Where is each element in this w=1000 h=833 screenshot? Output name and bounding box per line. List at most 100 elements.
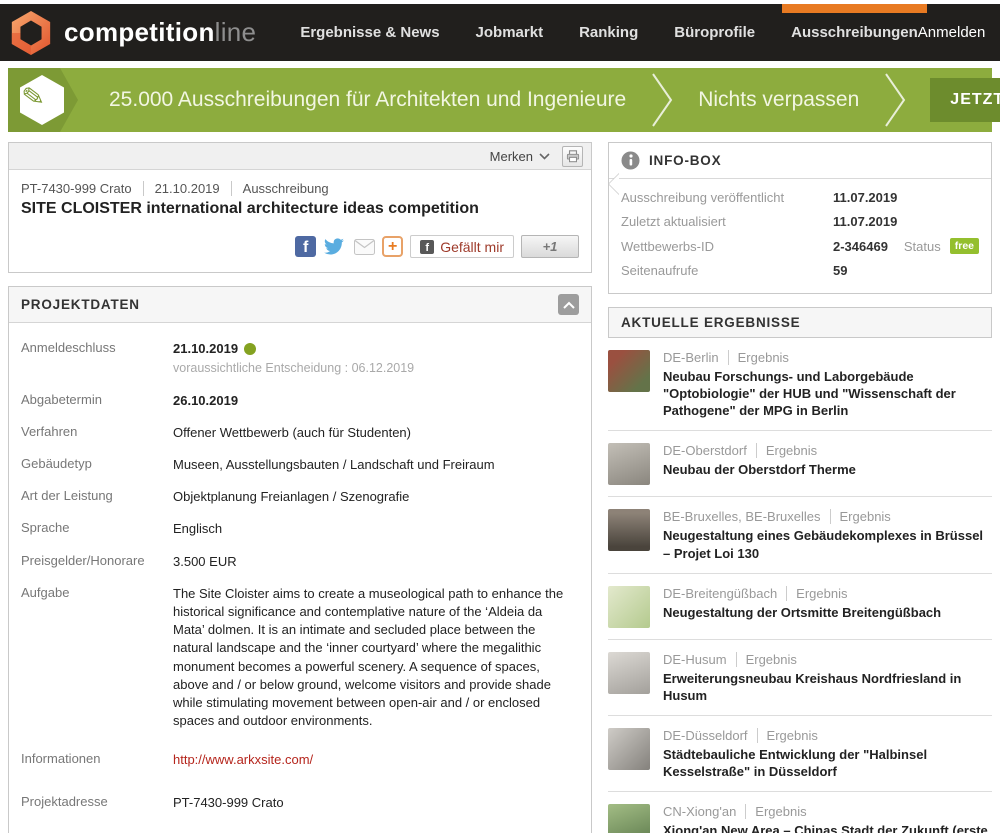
facebook-like-button[interactable]: f Gefällt mir xyxy=(410,235,514,258)
brand-name: competitionline xyxy=(64,17,256,48)
result-thumbnail xyxy=(608,350,650,392)
competitionline-logo[interactable]: competitionline xyxy=(8,10,256,56)
google-plusone-button[interactable]: +1 xyxy=(521,235,579,258)
field-anmeldeschluss: Anmeldeschluss 21.10.2019 voraussichtlic… xyxy=(21,340,579,378)
nav-item-ausschreibungen[interactable]: Ausschreibungen xyxy=(791,4,918,61)
jetzt-testen-button[interactable]: JETZT TESTEN❯ xyxy=(930,78,1000,122)
twitter-share-icon[interactable] xyxy=(323,237,347,257)
field-informationen: Informationen http://www.arkxsite.com/ xyxy=(21,751,579,769)
field-sprache: Sprache Englisch xyxy=(21,520,579,538)
result-location: DE-Breitengüßbach xyxy=(663,586,777,601)
result-title[interactable]: Neugestaltung der Ortsmitte Breitengüßba… xyxy=(663,604,941,621)
share-more-icon[interactable]: + xyxy=(382,236,403,257)
result-tag: Ergebnis xyxy=(786,586,847,601)
chevron-up-icon xyxy=(563,301,575,309)
collapse-button[interactable] xyxy=(558,294,579,315)
chevron-down-icon xyxy=(539,153,550,160)
breadcrumb-date: 21.10.2019 xyxy=(143,181,231,196)
nav-item-jobmarkt[interactable]: Jobmarkt xyxy=(476,4,544,61)
result-tag: Ergebnis xyxy=(830,509,891,524)
social-share-row: f + f Gefällt mir +1 xyxy=(21,235,579,258)
tender-header-card: Merken PT-7430-999 Crato 21.10.2019 Auss… xyxy=(8,142,592,273)
email-share-icon[interactable] xyxy=(354,239,375,255)
result-list-item[interactable]: BE-Bruxelles, BE-Bruxelles Ergebnis Neuge… xyxy=(608,497,992,573)
result-location: DE-Oberstdorf xyxy=(663,443,747,458)
facebook-share-icon[interactable]: f xyxy=(295,236,316,257)
promo-banner[interactable]: ✎ 25.000 Ausschreibungen für Architekten… xyxy=(8,68,992,132)
print-button[interactable] xyxy=(562,146,583,167)
result-title[interactable]: Städtebauliche Entwicklung der "Halbinse… xyxy=(663,746,992,780)
printer-icon xyxy=(566,150,580,163)
banner-text-main: 25.000 Ausschreibungen für Architekten u… xyxy=(84,88,651,112)
result-thumbnail xyxy=(608,586,650,628)
nav-item-bueroprofile[interactable]: Büroprofile xyxy=(674,4,755,61)
info-row-published: Ausschreibung veröffentlicht 11.07.2019 xyxy=(621,190,979,205)
projektdaten-card: PROJEKTDATEN Anmeldeschluss 21.10.2019 v… xyxy=(8,286,592,833)
result-location: DE-Berlin xyxy=(663,350,719,365)
result-tag: Ergebnis xyxy=(757,728,818,743)
result-list-item[interactable]: DE-Berlin Ergebnis Neubau Forschungs- und… xyxy=(608,338,992,431)
result-title[interactable]: Xiong'an New Area – Chinas Stadt der Zuk… xyxy=(663,822,992,833)
nav-item-ranking[interactable]: Ranking xyxy=(579,4,638,61)
project-website-link[interactable]: http://www.arkxsite.com/ xyxy=(173,752,313,767)
status-label: Status xyxy=(904,239,941,254)
logo-hexagon-icon xyxy=(8,10,54,56)
main-nav: Ergebnisse & News Jobmarkt Ranking Bürop… xyxy=(300,4,917,61)
tender-toolbar: Merken xyxy=(9,143,591,170)
chevron-separator-icon xyxy=(884,73,906,127)
result-list-item[interactable]: DE-OberstdorfErgebnis Neubau der Oberstd… xyxy=(608,431,992,497)
banner-text-secondary: Nichts verpassen xyxy=(673,88,884,112)
breadcrumb-project-id: PT-7430-999 Crato xyxy=(21,181,143,196)
banner-pencil-icon: ✎ xyxy=(8,68,84,132)
aktuelle-ergebnisse-header: AKTUELLE ERGEBNISSE xyxy=(608,307,992,338)
info-row-pageviews: Seitenaufrufe 59 xyxy=(621,263,979,278)
info-row-updated: Zuletzt aktualisiert 11.07.2019 xyxy=(621,214,979,229)
merken-dropdown[interactable]: Merken xyxy=(490,149,550,164)
info-box: INFO-BOX Ausschreibung veröffentlicht 11… xyxy=(608,142,992,294)
result-location: DE-Düsseldorf xyxy=(663,728,748,743)
field-gebaeudetyp: Gebäudetyp Museen, Ausstellungsbauten / … xyxy=(21,456,579,474)
chevron-separator-icon xyxy=(651,73,673,127)
result-tag: Ergebnis xyxy=(736,652,797,667)
result-location: BE-Bruxelles, BE-Bruxelles xyxy=(663,509,821,524)
expected-decision: voraussichtliche Entscheidung : 06.12.20… xyxy=(173,360,565,378)
field-art-der-leistung: Art der Leistung Objektplanung Freianlag… xyxy=(21,488,579,506)
info-box-title: INFO-BOX xyxy=(649,153,721,168)
result-list-item[interactable]: DE-Husum Ergebnis Erweiterungsneubau Krei… xyxy=(608,640,992,716)
info-icon xyxy=(621,151,640,170)
result-tag: Ergebnis xyxy=(728,350,789,365)
result-thumbnail xyxy=(608,509,650,551)
field-verfahren: Verfahren Offener Wettbewerb (auch für S… xyxy=(21,424,579,442)
top-navigation-bar: competitionline Ergebnisse & News Jobmar… xyxy=(0,4,1000,61)
deadline-status-dot xyxy=(244,343,256,355)
result-tag: Ergebnis xyxy=(745,804,806,819)
nav-item-ergebnisse-news[interactable]: Ergebnisse & News xyxy=(300,4,439,61)
aktuelle-ergebnisse-title: AKTUELLE ERGEBNISSE xyxy=(621,315,800,330)
field-projektadresse: Projektadresse PT-7430-999 Crato xyxy=(21,794,579,812)
task-description: The Site Cloister aims to create a museo… xyxy=(173,585,565,731)
result-thumbnail xyxy=(608,804,650,833)
result-title[interactable]: Erweiterungsneubau Kreishaus Nordfriesla… xyxy=(663,670,992,704)
facebook-icon: f xyxy=(420,240,434,254)
result-location: DE-Husum xyxy=(663,652,727,667)
info-row-competition-id: Wettbewerbs-ID 2-346469 Status free xyxy=(621,238,979,254)
result-thumbnail xyxy=(608,652,650,694)
projektdaten-title: PROJEKTDATEN xyxy=(21,297,140,312)
page-title: SITE CLOISTER international architecture… xyxy=(21,200,579,218)
login-link[interactable]: Anmelden xyxy=(918,24,986,41)
result-title[interactable]: Neubau Forschungs- und Laborgebäude "Opt… xyxy=(663,368,992,419)
status-badge: free xyxy=(950,238,979,254)
field-abgabetermin: Abgabetermin 26.10.2019 xyxy=(21,392,579,410)
result-thumbnail xyxy=(608,443,650,485)
results-list: DE-Berlin Ergebnis Neubau Forschungs- und… xyxy=(608,338,992,833)
deadline-date: 21.10.2019 xyxy=(173,341,238,356)
result-list-item[interactable]: DE-Düsseldorf Ergebnis Städtebauliche Ent… xyxy=(608,716,992,792)
result-location: CN-Xiong'an xyxy=(663,804,736,819)
result-list-item[interactable]: CN-Xiong'an Ergebnis Xiong'an New Area – … xyxy=(608,792,992,833)
field-aufgabe: Aufgabe The Site Cloister aims to create… xyxy=(21,585,579,731)
result-title[interactable]: Neugestaltung eines Gebäudekomplexes in … xyxy=(663,527,992,561)
result-list-item[interactable]: DE-Breitengüßbach Ergebnis Neugestaltung … xyxy=(608,574,992,640)
breadcrumb-type: Ausschreibung xyxy=(231,181,340,196)
result-title[interactable]: Neubau der Oberstdorf Therme xyxy=(663,461,856,478)
breadcrumb: PT-7430-999 Crato 21.10.2019 Ausschreibu… xyxy=(21,181,579,196)
